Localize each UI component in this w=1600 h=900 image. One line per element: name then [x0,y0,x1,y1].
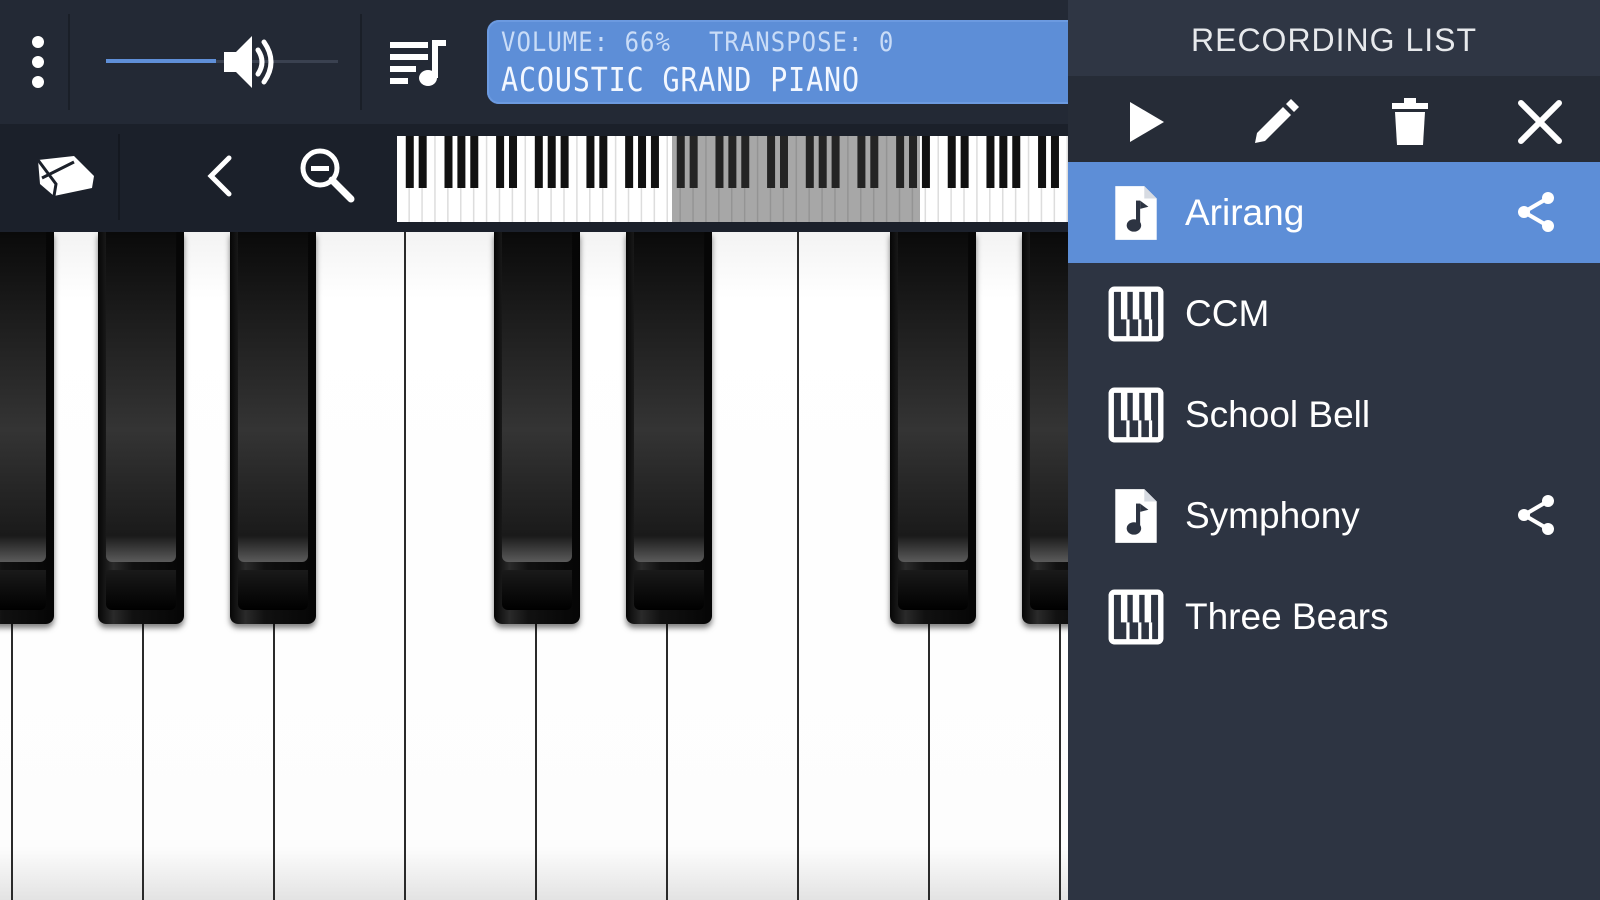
edit-button[interactable] [1244,90,1308,154]
black-key[interactable] [0,232,54,624]
sustain-pedal-icon [36,156,94,197]
recording-actions [1068,76,1600,162]
sustain-button[interactable] [28,146,104,206]
recording-label: Three Bears [1185,596,1389,637]
instrument-display[interactable]: VOLUME: 66% TRANSPOSE: 0 ACOUSTIC GRAND P… [487,20,1087,104]
volume-fill [106,59,216,63]
keyboard-overview-keys [397,136,1067,222]
piano-keys-icon [1108,386,1164,444]
share-button[interactable] [1512,188,1560,236]
piano-keys-icon [1108,285,1164,343]
black-key[interactable] [890,232,976,624]
share-button[interactable] [1512,491,1560,539]
recording-label: Symphony [1185,495,1360,536]
recording-list: Arirang CCM School Bell Symphony Three Bears [1068,162,1600,667]
chevron-left-icon [207,155,232,197]
menu-button[interactable] [14,22,62,102]
toolbar-divider [118,134,120,220]
toolbar-divider [68,14,70,110]
speaker-icon[interactable] [222,32,280,96]
volume-readout: VOLUME: 66% [501,26,671,58]
instrument-name: ACOUSTIC GRAND PIANO [501,60,860,99]
transpose-readout: TRANSPOSE: 0 [708,26,895,58]
top-toolbar: VOLUME: 66% TRANSPOSE: 0 ACOUSTIC GRAND P… [0,0,1087,124]
more-vertical-icon [32,36,44,88]
delete-button[interactable] [1378,90,1442,154]
black-key[interactable] [98,232,184,624]
recording-item[interactable]: CCM [1068,263,1600,364]
volume-slider[interactable] [92,18,352,106]
share-icon [1518,192,1554,232]
music-file-icon [1108,487,1164,545]
keyboard-toolbar [0,124,1068,230]
play-icon [1130,102,1164,142]
play-button[interactable] [1114,90,1178,154]
recording-item[interactable]: Three Bears [1068,566,1600,667]
recording-item[interactable]: School Bell [1068,364,1600,465]
zoom-out-button[interactable] [294,142,358,206]
piano-keys-icon [1108,588,1164,646]
black-key[interactable] [1022,232,1068,624]
pencil-icon [1255,99,1299,143]
playlist-button[interactable] [380,24,456,100]
piano-keyboard [0,232,1068,900]
close-panel-button[interactable] [1508,90,1572,154]
recording-label: School Bell [1185,394,1371,435]
keyboard-overview[interactable] [397,136,1068,222]
zoom-out-icon [300,148,355,203]
black-key[interactable] [494,232,580,624]
black-key[interactable] [626,232,712,624]
recording-list-panel: RECORDING LIST Arirang CCM School Bell S… [1068,0,1600,900]
trash-icon [1392,98,1428,145]
recording-label: CCM [1185,293,1270,334]
toolbar-divider [360,14,362,110]
recording-label: Arirang [1185,192,1305,233]
scroll-left-button[interactable] [196,146,244,206]
playlist-music-icon [390,40,446,86]
recording-item[interactable]: Arirang [1068,162,1600,263]
recording-item[interactable]: Symphony [1068,465,1600,566]
black-key[interactable] [230,232,316,624]
share-icon [1518,495,1554,535]
music-file-icon [1108,184,1164,242]
close-icon [1518,100,1562,144]
panel-title: RECORDING LIST [1068,0,1600,76]
piano-app: VOLUME: 66% TRANSPOSE: 0 ACOUSTIC GRAND P… [0,0,1600,900]
lcd-status-row: VOLUME: 66% TRANSPOSE: 0 [501,27,894,58]
